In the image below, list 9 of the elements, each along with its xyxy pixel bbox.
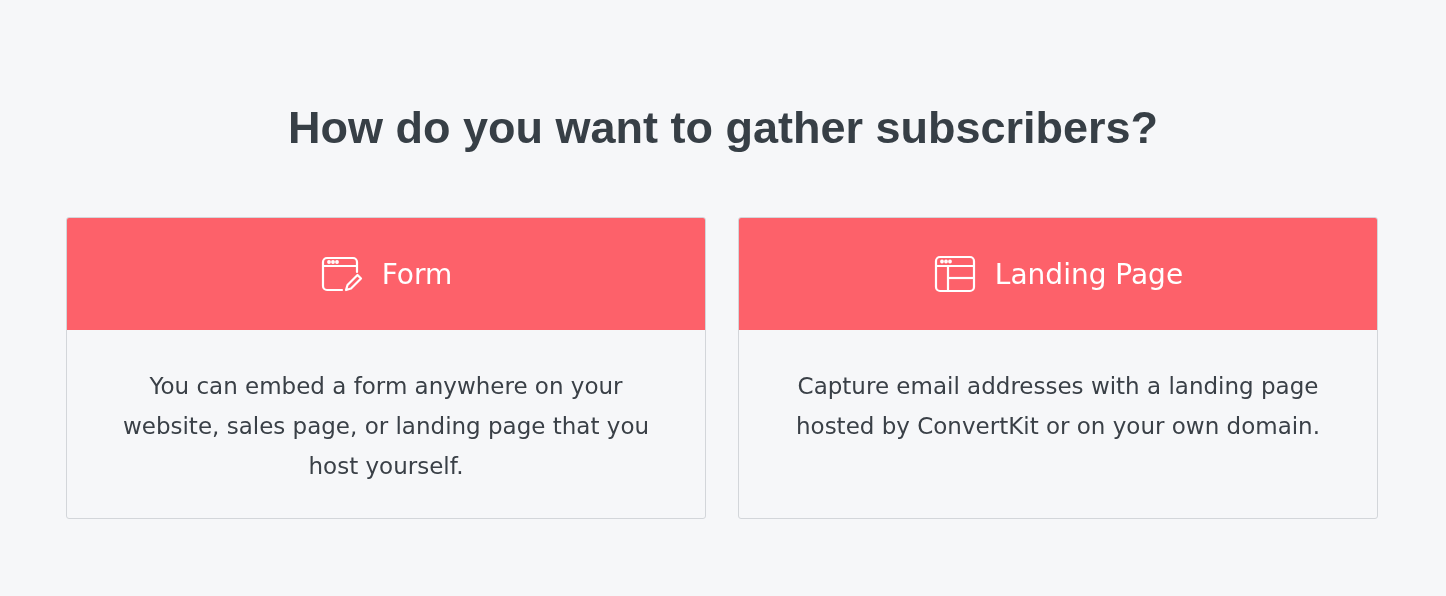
option-description: Capture email addresses with a landing page hosted by ConvertKit or on your own domain. xyxy=(795,372,1321,441)
option-card[interactable]: Form You can embed a form anywhere on your website, sales page, or landing page that you host yourself. xyxy=(66,217,706,519)
form-edit-icon xyxy=(319,254,364,294)
page-heading: How do you want to gather subscribers? xyxy=(286,101,1160,155)
option-card[interactable]: Landing Page Capture email addresses with a landing page hosted by ConvertKit or on your own domain. xyxy=(738,217,1378,519)
option-title: Landing Page xyxy=(994,257,1184,291)
page-layout-icon xyxy=(932,254,977,294)
option-description: You can embed a form anywhere on your website, sales page, or landing page that you host yourself. xyxy=(121,372,651,481)
option-title: Form xyxy=(381,257,453,291)
